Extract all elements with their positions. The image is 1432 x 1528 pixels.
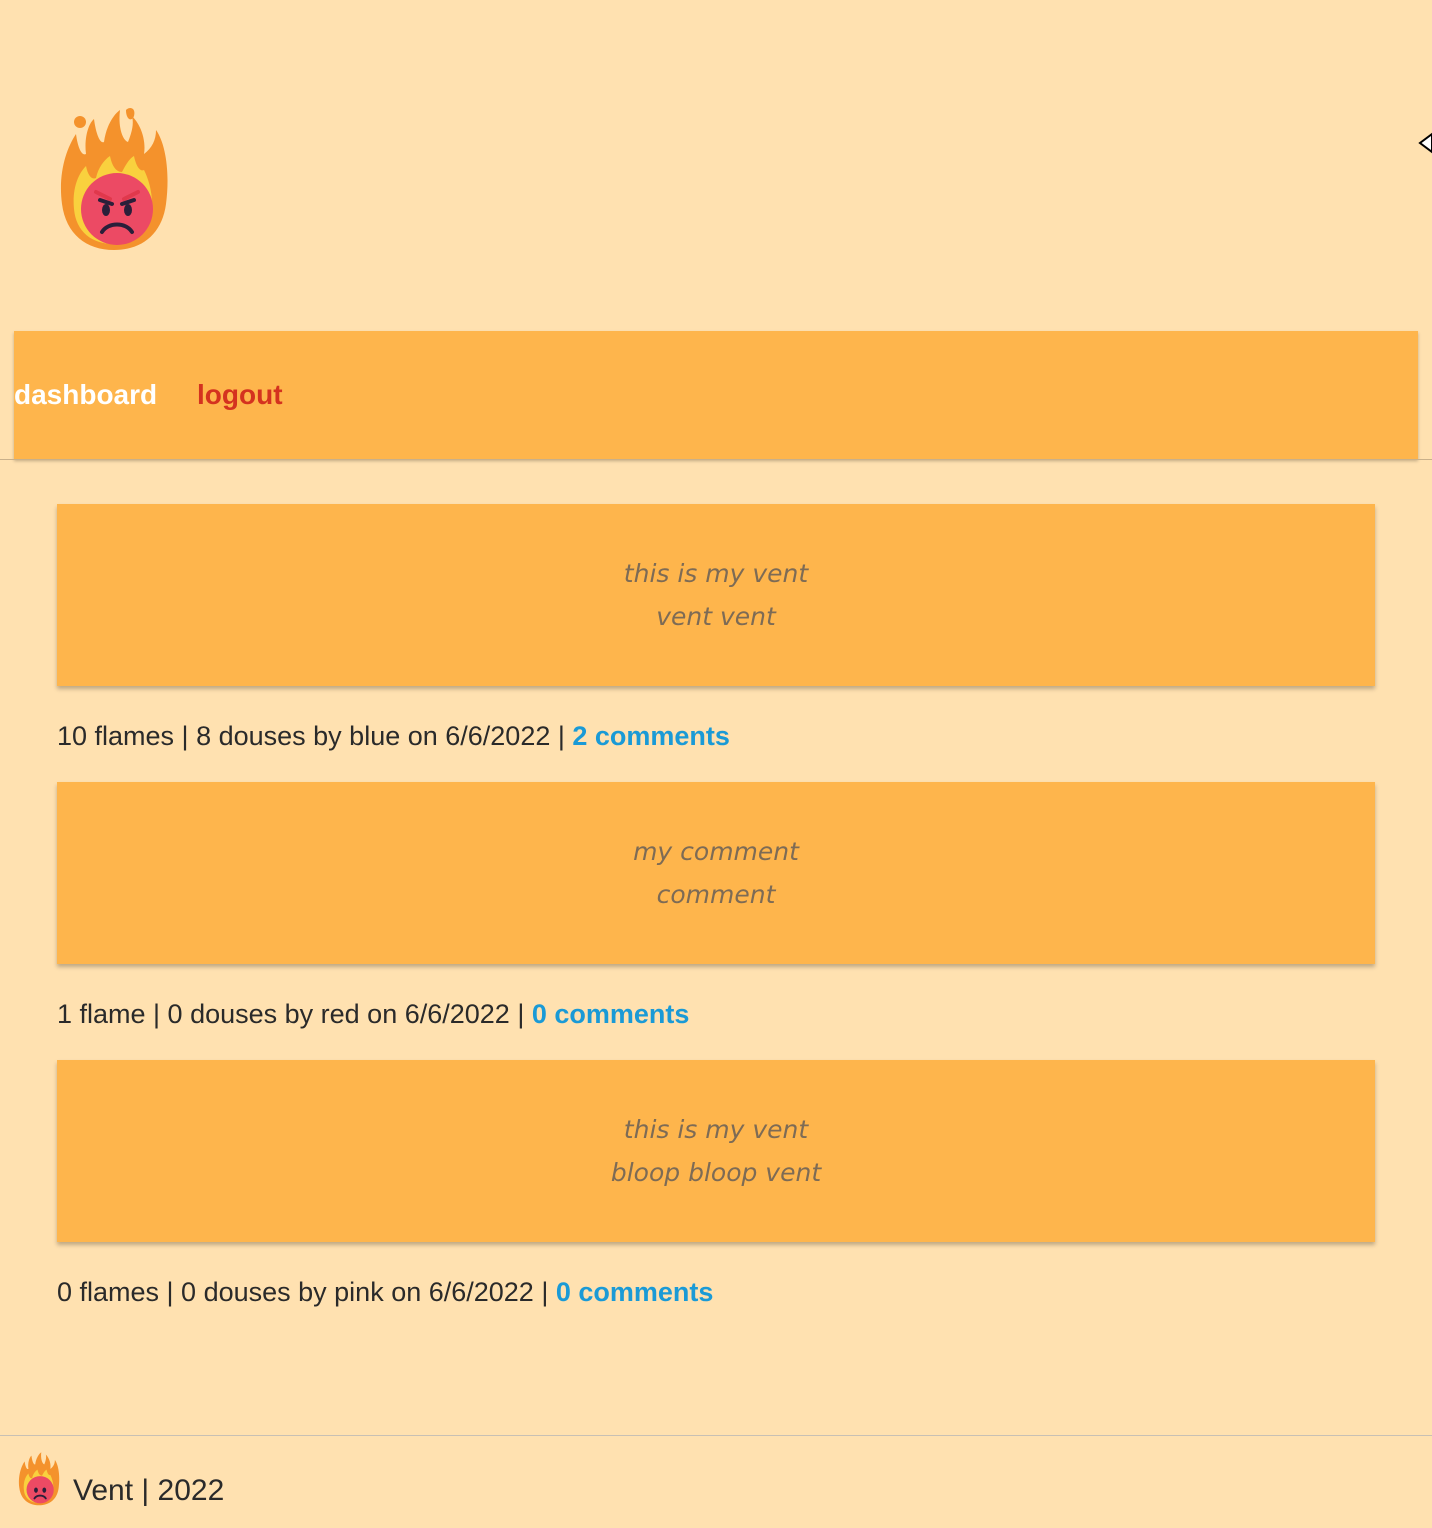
post-meta: 1 flame | 0 douses by red on 6/6/2022 | … <box>57 964 1375 1060</box>
post-meta: 10 flames | 8 douses by blue on 6/6/2022… <box>57 686 1375 782</box>
post-stats: 10 flames | 8 douses by blue on 6/6/2022… <box>57 721 573 751</box>
post-title: this is my vent <box>623 559 809 588</box>
posts-list: this is my vent vent vent 10 flames | 8 … <box>57 504 1375 1338</box>
nav-divider <box>0 459 1432 460</box>
comments-link[interactable]: 2 comments <box>572 721 730 751</box>
comments-link[interactable]: 0 comments <box>556 1277 714 1307</box>
post-card[interactable]: this is my vent bloop bloop vent <box>57 1060 1375 1242</box>
angry-face-on-fire-icon <box>18 1452 60 1506</box>
post-title: this is my vent <box>623 1115 809 1144</box>
post-body: bloop bloop vent <box>610 1158 822 1187</box>
main-nav: dashboard logout <box>14 331 1418 459</box>
post-meta: 0 flames | 0 douses by pink on 6/6/2022 … <box>57 1242 1375 1338</box>
comments-link[interactable]: 0 comments <box>532 999 690 1029</box>
post-item: this is my vent bloop bloop vent 0 flame… <box>57 1060 1375 1338</box>
nav-logout-link[interactable]: logout <box>197 378 283 412</box>
post-card[interactable]: my comment comment <box>57 782 1375 964</box>
post-body: vent vent <box>656 602 776 631</box>
site-footer: Vent | 2022 <box>0 1436 1432 1528</box>
footer-text: Vent | 2022 <box>73 1474 225 1507</box>
post-stats: 0 flames | 0 douses by pink on 6/6/2022 … <box>57 1277 556 1307</box>
post-stats: 1 flame | 0 douses by red on 6/6/2022 | <box>57 999 532 1029</box>
post-item: this is my vent vent vent 10 flames | 8 … <box>57 504 1375 782</box>
post-item: my comment comment 1 flame | 0 douses by… <box>57 782 1375 1060</box>
site-header <box>0 0 1432 330</box>
post-body: comment <box>656 880 776 909</box>
angry-face-on-fire-icon[interactable] <box>56 104 172 252</box>
nav-dashboard-link[interactable]: dashboard <box>14 378 157 412</box>
post-title: my comment <box>633 837 799 866</box>
cursor-arrow-icon <box>1418 132 1432 154</box>
post-card[interactable]: this is my vent vent vent <box>57 504 1375 686</box>
